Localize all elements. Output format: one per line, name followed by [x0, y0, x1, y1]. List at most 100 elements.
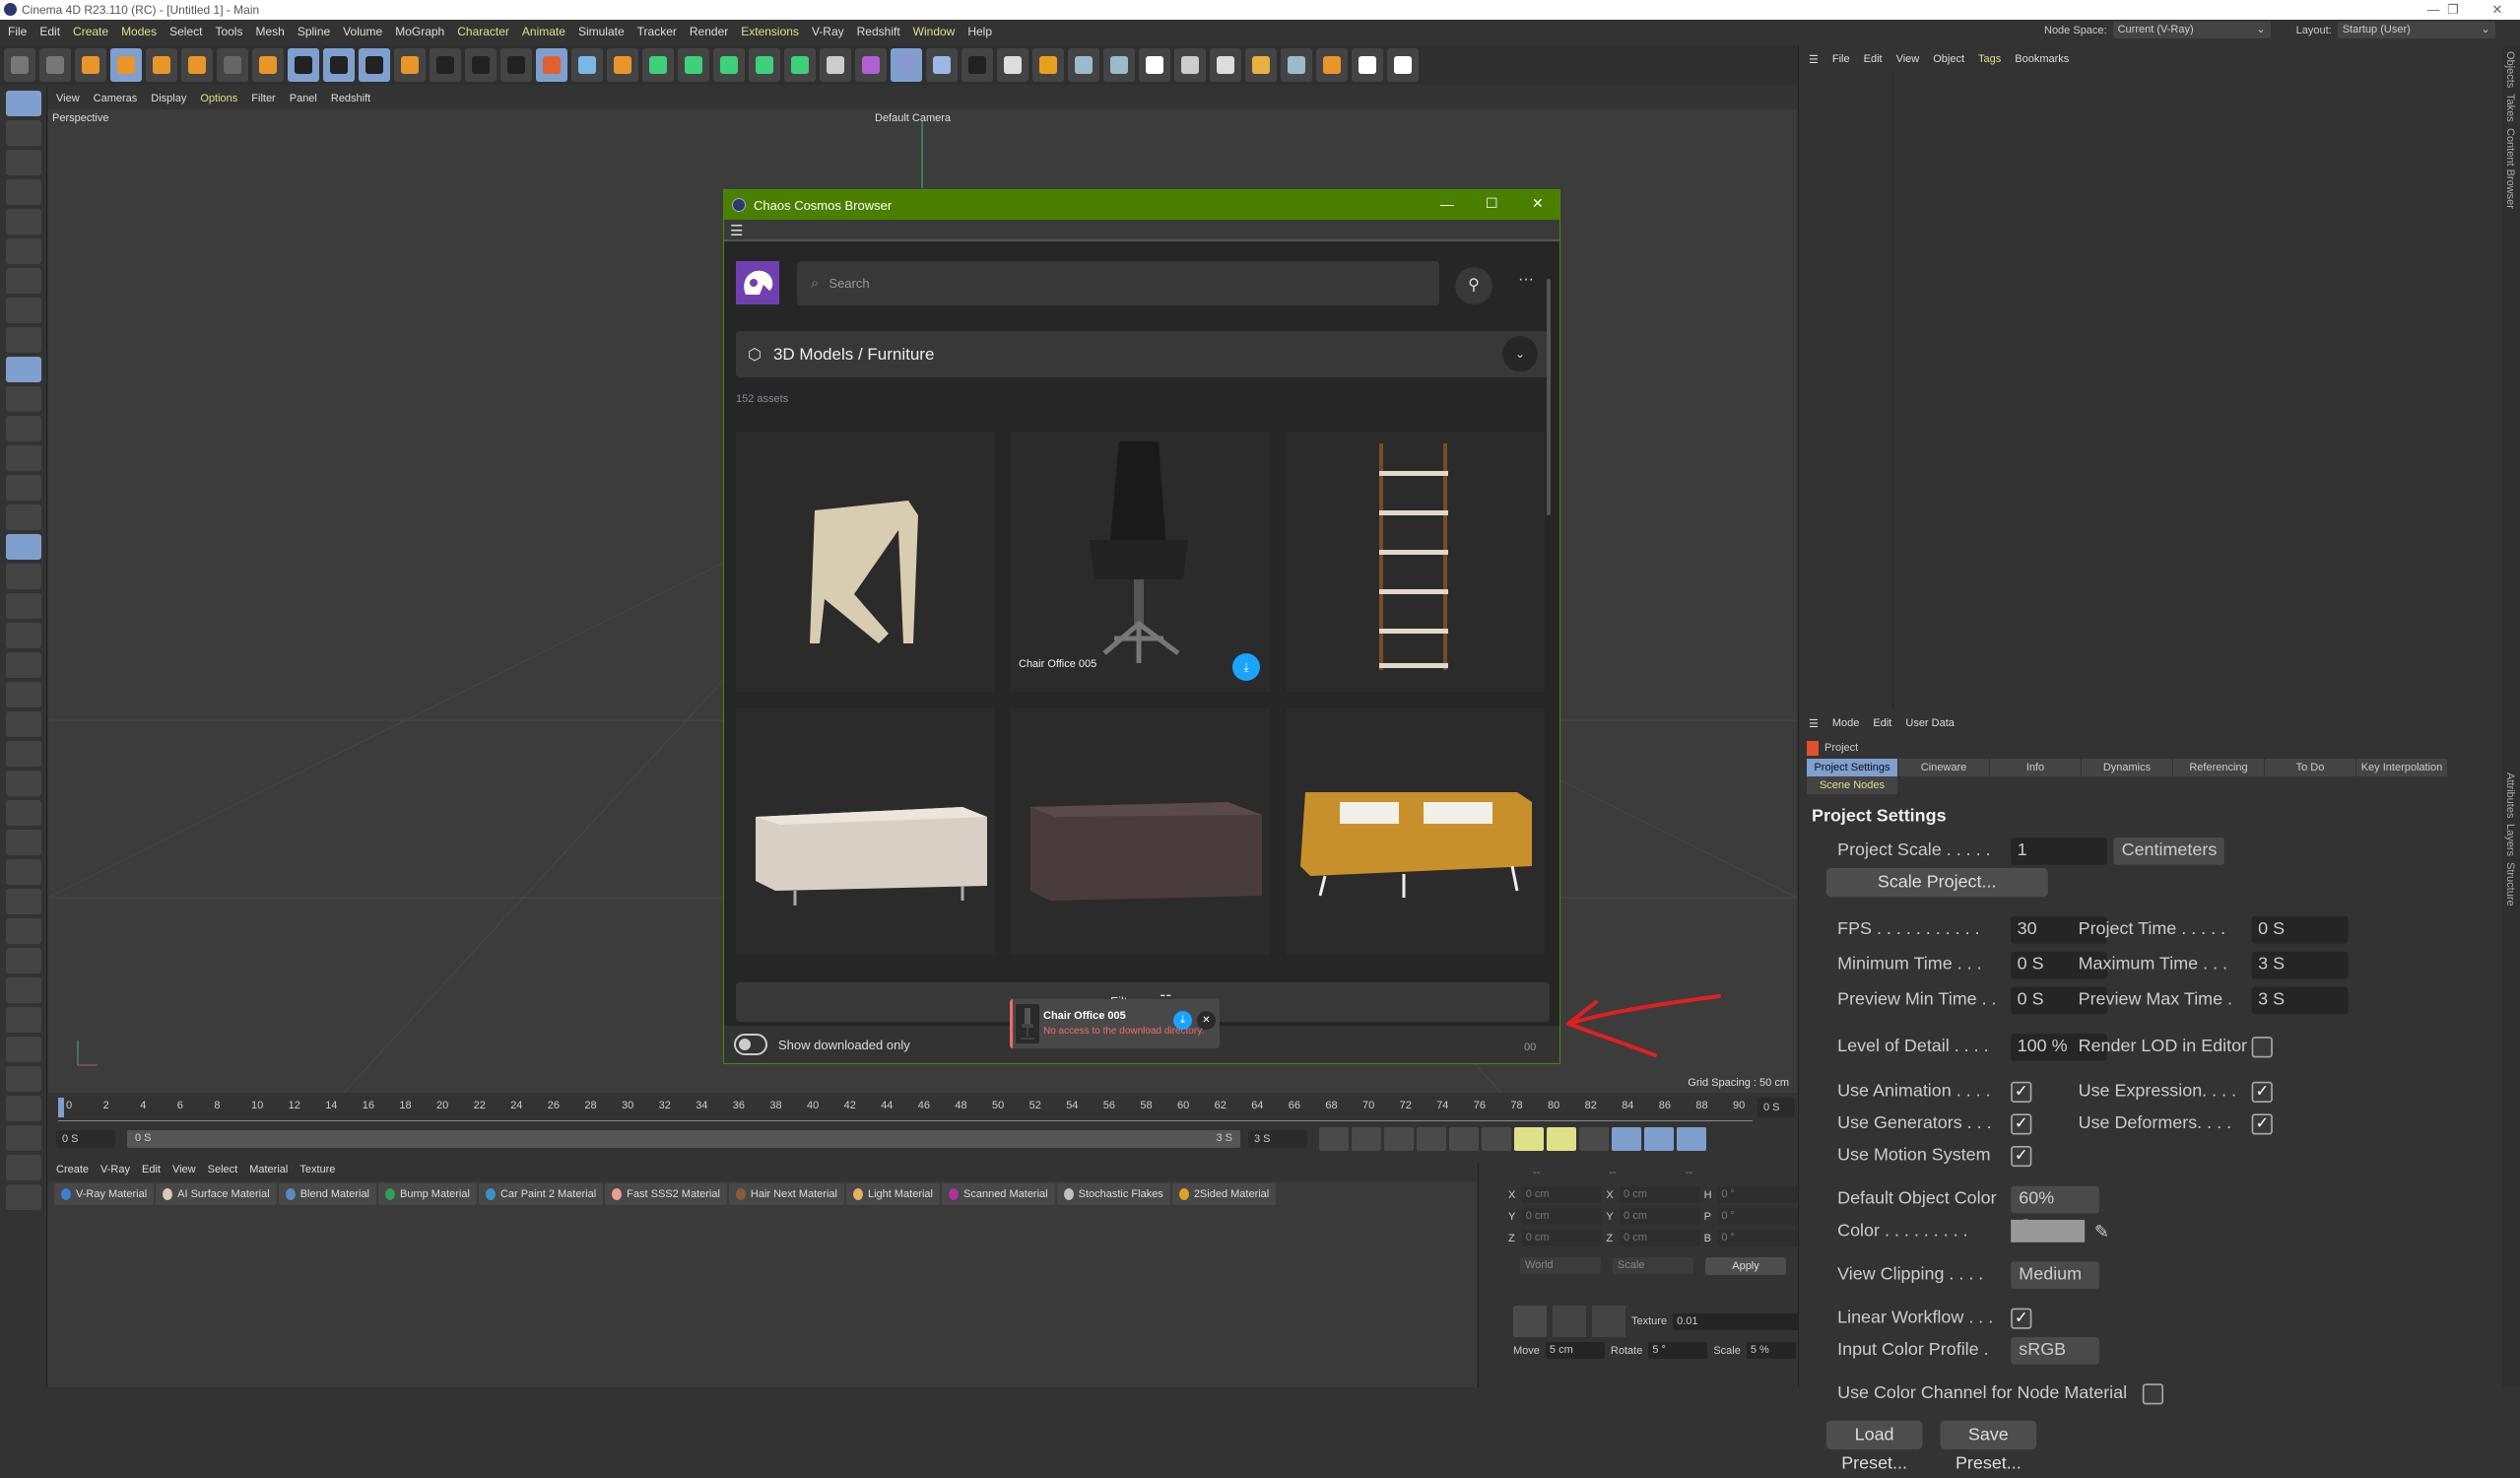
use-motion-system-checkbox[interactable]: ✓: [2011, 1145, 2032, 1167]
linear-workflow-checkbox[interactable]: ✓: [2011, 1307, 2032, 1328]
rotate-button[interactable]: [181, 48, 213, 82]
download-button[interactable]: ⤓: [1173, 1011, 1192, 1030]
menu-simulate[interactable]: Simulate: [578, 25, 625, 38]
mograph-button[interactable]: [749, 48, 780, 82]
hamburger-menu-icon[interactable]: ☰: [1809, 717, 1819, 730]
side-tab[interactable]: Layers: [2504, 824, 2516, 856]
category-selector[interactable]: ⬡ 3D Models / Furniture ⌄: [736, 331, 1548, 377]
tab-referencing[interactable]: Referencing: [2173, 759, 2264, 776]
menu-redshift[interactable]: Redshift: [857, 25, 900, 38]
menu-select[interactable]: Select: [169, 25, 202, 38]
mode-tool-icon[interactable]: [6, 1096, 41, 1121]
side-tab[interactable]: Content Browser: [2504, 128, 2516, 209]
dismiss-toast-button[interactable]: ✕: [1197, 1011, 1216, 1030]
mode-tool-icon[interactable]: [6, 771, 41, 796]
attr-menu-user-data[interactable]: User Data: [1905, 717, 1955, 729]
asset-card-sideboard-light[interactable]: [736, 708, 995, 955]
object-list[interactable]: [1892, 73, 2479, 713]
cube-button[interactable]: [571, 48, 603, 82]
menu-window[interactable]: Window: [913, 25, 956, 38]
tab-dynamics[interactable]: Dynamics: [2082, 759, 2172, 776]
move-button[interactable]: [110, 48, 142, 82]
asset-card-shelf[interactable]: [1286, 432, 1545, 692]
coord-field[interactable]: 0 cm: [1620, 1208, 1700, 1225]
vray-lights-button[interactable]: [1210, 48, 1241, 82]
tab-cineware[interactable]: Cineware: [1898, 759, 1989, 776]
menu-file[interactable]: File: [8, 25, 27, 38]
mode-tool-icon[interactable]: [6, 918, 41, 944]
vray-settings-button[interactable]: [1316, 48, 1348, 82]
material-menu-view[interactable]: View: [172, 1164, 196, 1176]
play-icon[interactable]: [1417, 1127, 1446, 1151]
end-time-field[interactable]: 3 S: [1248, 1130, 1307, 1148]
redo-button[interactable]: [39, 48, 71, 82]
vray-logo-button[interactable]: [1139, 48, 1170, 82]
viewport-menu-redshift[interactable]: Redshift: [331, 93, 370, 104]
maximize-button[interactable]: ☐: [1486, 195, 1498, 212]
menu-create[interactable]: Create: [73, 25, 108, 38]
coord-mode-dropdown[interactable]: World: [1520, 1257, 1601, 1274]
hamburger-menu-icon[interactable]: ☰: [1809, 53, 1819, 66]
mode-tool-icon[interactable]: [6, 475, 41, 501]
keyframe-settings-icon[interactable]: [1579, 1127, 1609, 1151]
record-button-icon[interactable]: [1514, 1127, 1544, 1151]
maximum-time-field[interactable]: 3 S: [2251, 950, 2349, 978]
subdivision-button[interactable]: [642, 48, 674, 82]
unit-dropdown[interactable]: Centimeters: [2113, 837, 2225, 864]
menu-tools[interactable]: Tools: [215, 25, 242, 38]
use-deformers-checkbox[interactable]: ✓: [2251, 1112, 2273, 1134]
mode-tool-icon[interactable]: [6, 179, 41, 205]
psr-button[interactable]: [217, 48, 248, 82]
menu-mesh[interactable]: Mesh: [255, 25, 284, 38]
attr-menu-edit[interactable]: Edit: [1873, 717, 1891, 729]
coord-field[interactable]: 0 °: [1717, 1230, 1798, 1246]
coordinate-system-button[interactable]: [394, 48, 426, 82]
mode-tool-icon[interactable]: [6, 800, 41, 826]
object-menu-bookmarks[interactable]: Bookmarks: [2015, 53, 2069, 65]
material-menu-select[interactable]: Select: [208, 1164, 238, 1176]
input-color-profile-dropdown[interactable]: sRGB: [2011, 1336, 2099, 1364]
project-time-field[interactable]: 0 S: [2251, 915, 2349, 943]
prev-frame-icon[interactable]: [1384, 1127, 1414, 1151]
snap-key-icon[interactable]: [1592, 1306, 1625, 1337]
viewport-menu-view[interactable]: View: [56, 93, 80, 104]
mode-tool-icon[interactable]: [6, 1184, 41, 1210]
autokey-icon[interactable]: [1547, 1127, 1576, 1151]
sculpt-button[interactable]: [891, 48, 922, 82]
mode-tool-icon[interactable]: [6, 948, 41, 974]
coord-field[interactable]: 0 cm: [1521, 1186, 1603, 1203]
first-frame-icon[interactable]: [1319, 1127, 1349, 1151]
menu-extensions[interactable]: Extensions: [741, 25, 799, 38]
download-button[interactable]: ⤓: [1232, 653, 1260, 681]
next-key-icon[interactable]: [1482, 1127, 1511, 1151]
view-clipping-dropdown[interactable]: Medium: [2011, 1260, 2099, 1289]
render-lod-checkbox[interactable]: [2251, 1036, 2273, 1057]
undo-button[interactable]: [4, 48, 35, 82]
coord-field[interactable]: 0 cm: [1620, 1230, 1700, 1246]
mode-tool-icon[interactable]: [6, 1125, 41, 1151]
menu-character[interactable]: Character: [457, 25, 509, 38]
rotate-key-icon[interactable]: [1677, 1127, 1706, 1151]
menu-mograph[interactable]: MoGraph: [395, 25, 444, 38]
viewport-menu-panel[interactable]: Panel: [290, 93, 317, 104]
spline-button[interactable]: [855, 48, 887, 82]
mode-tool-icon[interactable]: [6, 1155, 41, 1180]
use-expression-checkbox[interactable]: ✓: [2251, 1080, 2273, 1103]
material-item[interactable]: Car Paint 2 Material: [478, 1183, 604, 1205]
mode-tool-icon[interactable]: [6, 357, 41, 382]
mode-tool-icon[interactable]: [6, 1066, 41, 1092]
menu-modes[interactable]: Modes: [121, 25, 157, 38]
menu-help[interactable]: Help: [967, 25, 992, 38]
mode-tool-icon[interactable]: [6, 889, 41, 914]
render-settings-button[interactable]: [500, 48, 532, 82]
show-downloaded-toggle[interactable]: [734, 1034, 767, 1055]
side-tab[interactable]: Takes: [2504, 94, 2516, 122]
menu-render[interactable]: Render: [690, 25, 728, 38]
playhead[interactable]: [58, 1098, 64, 1117]
asset-card-chair[interactable]: Chair Office 005 ⤓: [1011, 432, 1270, 692]
menu-volume[interactable]: Volume: [343, 25, 382, 38]
timeline-ruler[interactable]: 0 2 4 6 8 10 12 14 16 18 20 22 24 26 28 30 32 34 36 38 40 42 4…: [58, 1094, 1753, 1121]
mode-tool-icon[interactable]: [6, 150, 41, 175]
use-animation-checkbox[interactable]: ✓: [2011, 1080, 2032, 1103]
mode-tool-icon[interactable]: [6, 830, 41, 855]
